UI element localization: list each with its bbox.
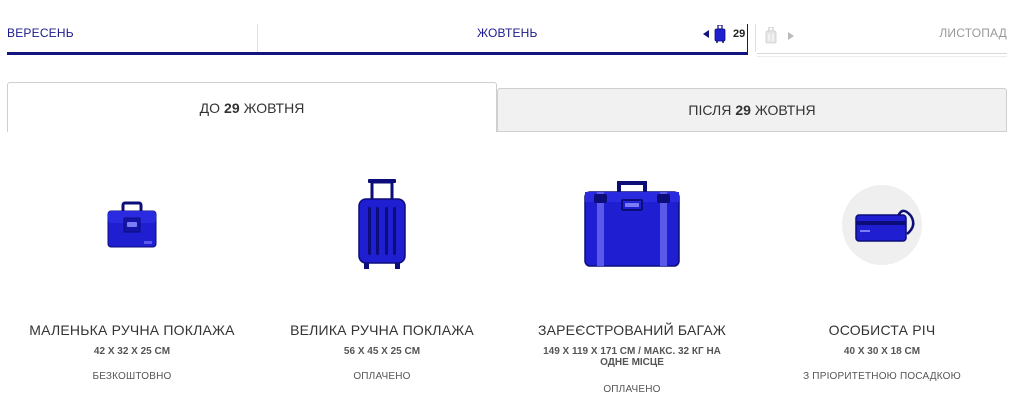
baggage-dimensions: 149 X 119 X 171 CM / МАКС. 32 КГ НА ОДНЕ…: [543, 346, 721, 368]
baggage-dimensions: 42 X 32 X 25 CM: [93, 346, 171, 357]
baggage-options: МАЛЕНЬКА РУЧНА ПОКЛАЖА 42 X 32 X 25 CM Б…: [0, 150, 1027, 409]
day-navigator: 29: [703, 25, 745, 43]
baggage-dimensions: 40 X 30 X 18 CM: [843, 346, 921, 357]
baggage-title: ВЕЛИКА РУЧНА ПОКЛАЖА: [290, 322, 474, 338]
month-divider: [257, 24, 258, 52]
tab-suffix: ЖОВТНЯ: [754, 102, 816, 118]
baggage-price: З ПРІОРИТЕТНОЮ ПОСАДКОЮ: [803, 371, 961, 382]
trolley-suitcase-icon: [358, 179, 406, 269]
month-timeline: ВЕРЕСЕНЬ ЖОВТЕНЬ ЛИСТОПАД 29: [7, 0, 1007, 62]
baggage-title: МАЛЕНЬКА РУЧНА ПОКЛАЖА: [29, 322, 235, 338]
personal-item-icon: [842, 185, 922, 265]
baggage-title: ЗАРЕЄСТРОВАНИЙ БАГАЖ: [537, 322, 727, 338]
timeline-progress: [7, 52, 747, 55]
next-day-navigator: [764, 27, 794, 45]
month-divider: [755, 24, 756, 52]
tab-suffix: ЖОВТНЯ: [243, 99, 305, 116]
timeline-track-shadow: [757, 56, 1007, 57]
baggage-item-large-cabin: ВЕЛИКА РУЧНА ПОКЛАЖА 56 X 45 X 25 CM ОПЛ…: [257, 150, 507, 382]
baggage-item-checked: ЗАРЕЄСТРОВАНИЙ БАГАЖ 149 X 119 X 171 CM …: [507, 150, 757, 395]
baggage-title: ОСОБИСТА РІЧ: [828, 322, 936, 338]
baggage-item-small-cabin: МАЛЕНЬКА РУЧНА ПОКЛАЖА 42 X 32 X 25 CM Б…: [7, 150, 257, 382]
baggage-item-personal: ОСОБИСТА РІЧ 40 X 30 X 18 CM З ПРІОРИТЕТ…: [757, 150, 1007, 382]
tab-prefix: ПІСЛЯ: [688, 102, 732, 118]
selected-day: 29: [733, 28, 746, 40]
baggage-price: БЕЗКОШТОВНО: [92, 371, 172, 382]
month-september[interactable]: ВЕРЕСЕНЬ: [7, 26, 74, 40]
next-day-arrow-icon[interactable]: [788, 32, 794, 40]
checked-suitcase-icon: [584, 181, 680, 267]
tab-day: 29: [224, 99, 240, 116]
month-november[interactable]: ЛИСТОПАД: [939, 26, 1007, 40]
small-bag-icon: [107, 201, 157, 248]
month-october[interactable]: ЖОВТЕНЬ: [477, 26, 538, 40]
selected-day-marker: [747, 24, 748, 55]
trolley-disabled-icon: [765, 27, 777, 44]
baggage-price: ОПЛАЧЕНО: [353, 371, 411, 382]
baggage-price: ОПЛАЧЕНО: [603, 384, 661, 395]
baggage-dimensions: 56 X 45 X 25 CM: [343, 346, 421, 357]
tab-prefix: ДО: [199, 99, 221, 116]
tab-after-date[interactable]: ПІСЛЯ 29 ЖОВТНЯ: [497, 88, 1007, 132]
trolley-marker-icon: [714, 25, 726, 43]
timeline-track: [757, 53, 1007, 54]
prev-day-arrow-icon[interactable]: [703, 30, 709, 38]
tab-before-date[interactable]: ДО 29 ЖОВТНЯ: [7, 82, 497, 132]
period-tabs: ДО 29 ЖОВТНЯ ПІСЛЯ 29 ЖОВТНЯ: [7, 82, 1007, 132]
tab-day: 29: [735, 102, 751, 118]
